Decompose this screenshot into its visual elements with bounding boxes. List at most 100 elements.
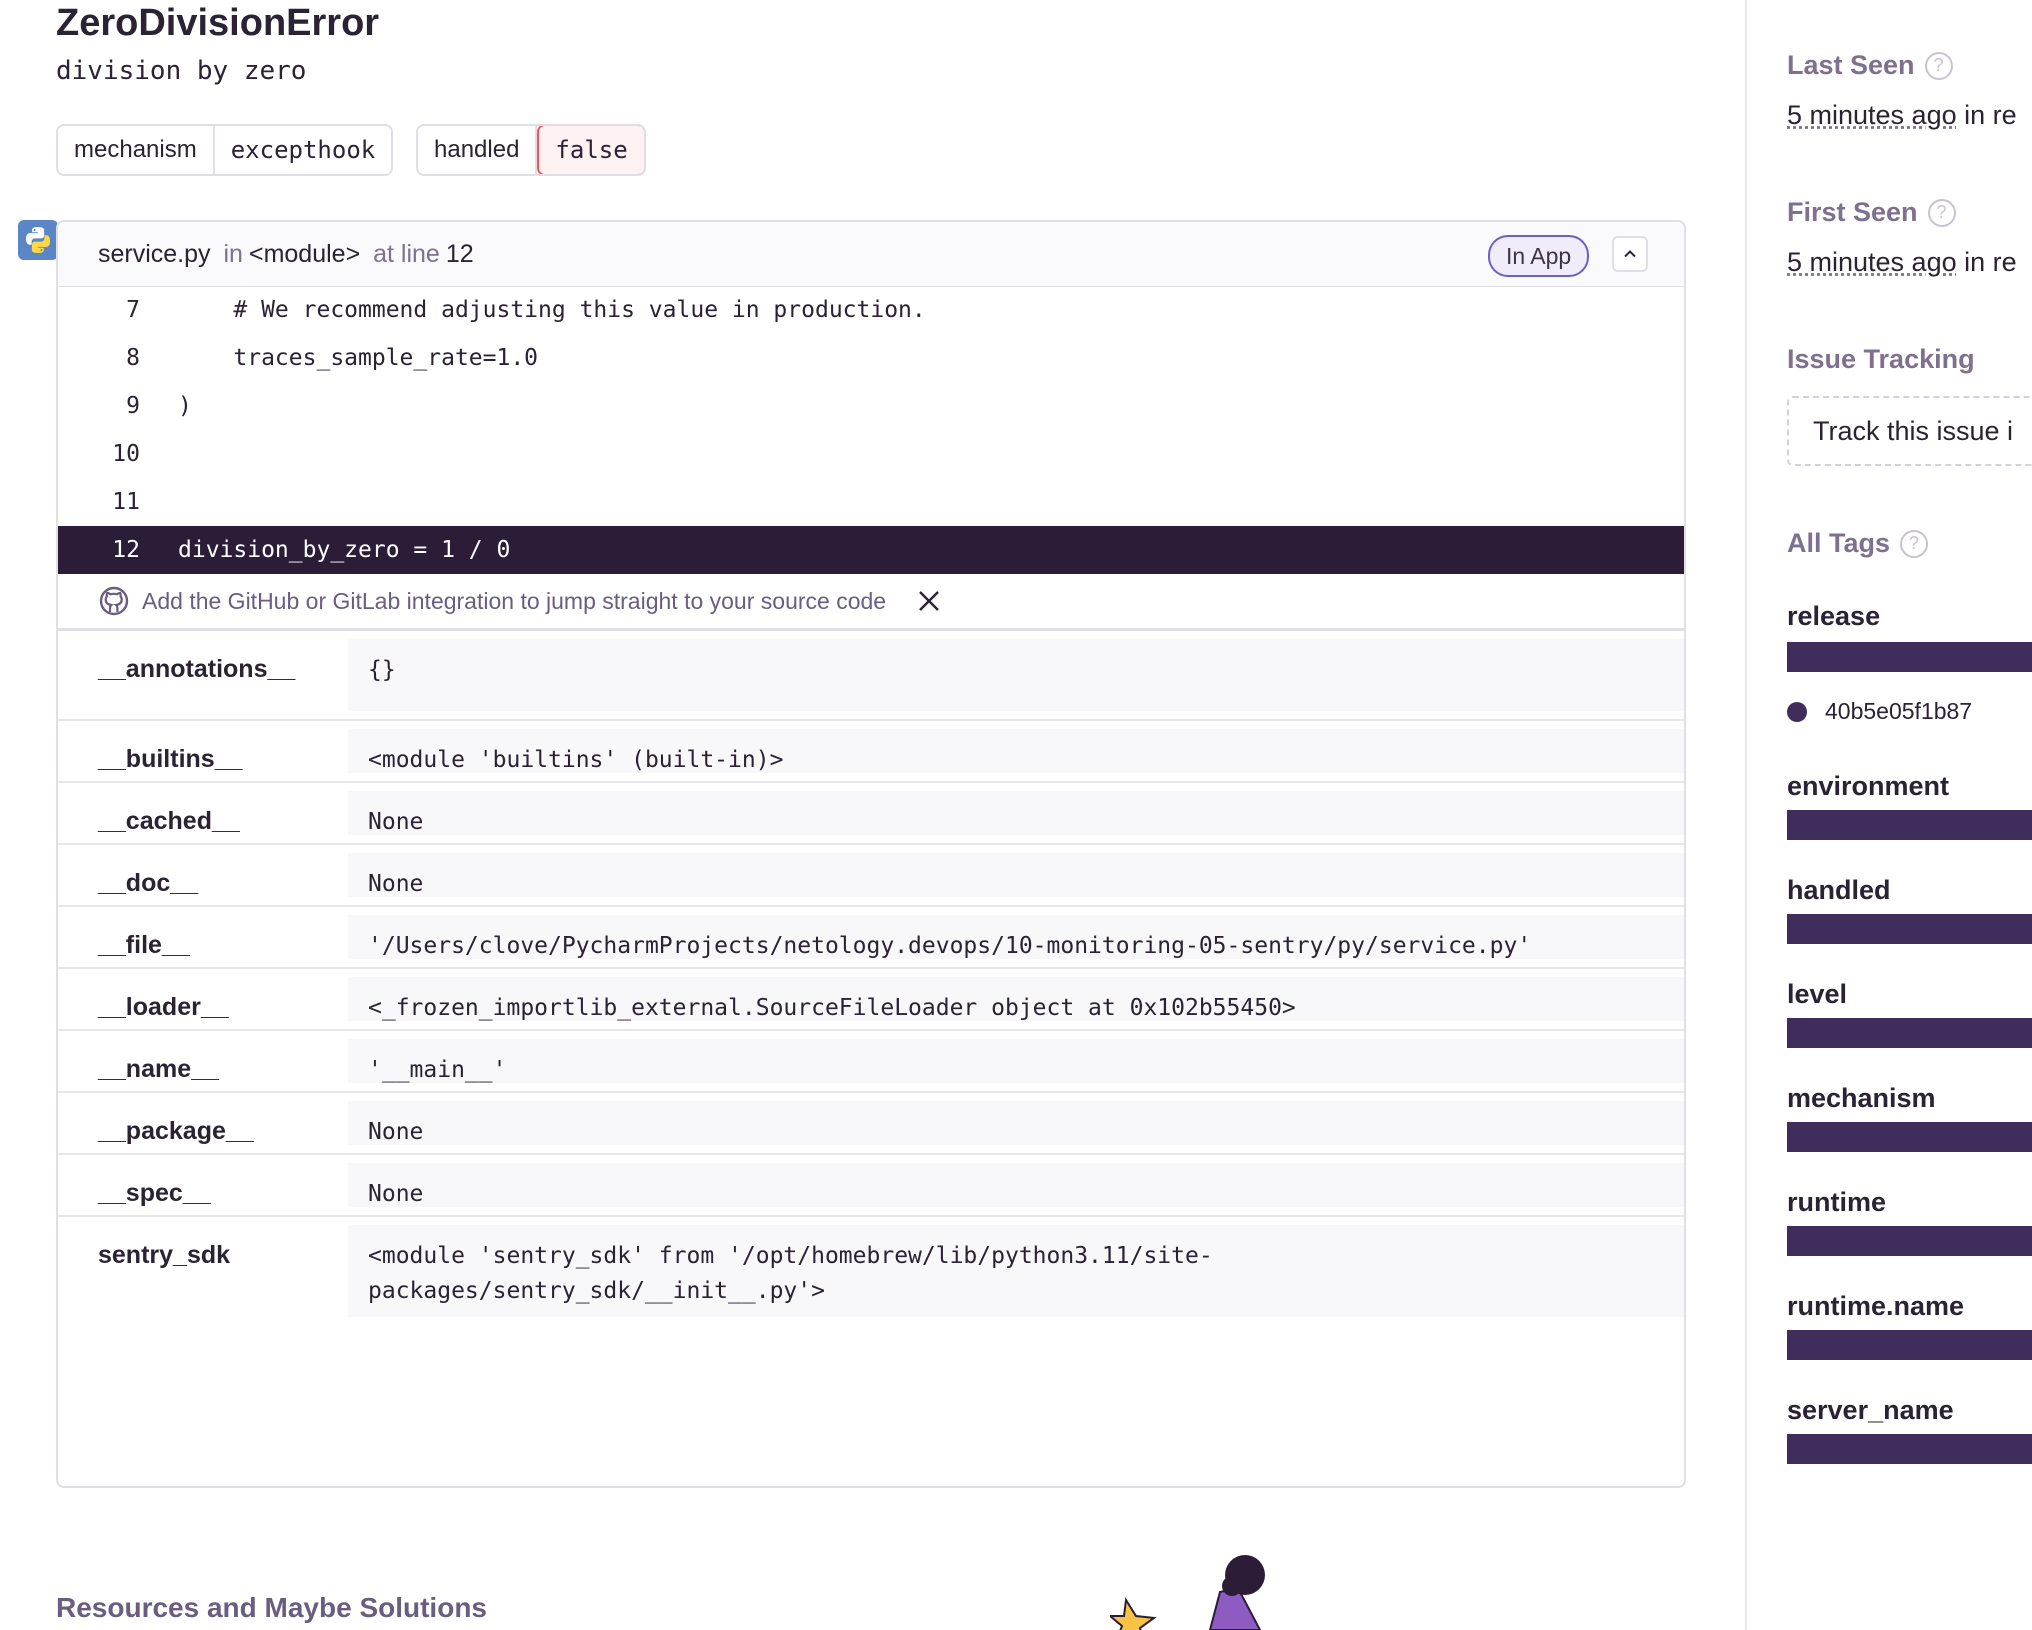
line-number: 11 [112, 489, 140, 515]
line-number: 7 [126, 297, 140, 323]
tag-name-server-name[interactable]: server_name [1787, 1395, 1954, 1426]
variable-key: __cached__ [98, 807, 240, 835]
variable-key: __name__ [98, 1055, 219, 1083]
line-source: ) [178, 393, 192, 419]
last-seen-value[interactable]: 5 minutes ago [1787, 100, 1957, 130]
variable-value: <module 'sentry_sdk' from '/opt/homebrew… [348, 1225, 1684, 1317]
integration-notice-text[interactable]: Add the GitHub or GitLab integration to … [142, 588, 886, 615]
variable-row: __file__ '/Users/clove/PycharmProjects/ne… [58, 907, 1684, 969]
issue-sidebar: Last Seen? 5 minutes ago in re First See… [1745, 0, 2032, 1630]
tag-distribution-bar[interactable] [1787, 642, 2032, 672]
tag-top-value[interactable]: 40b5e05f1b87 [1787, 698, 1972, 725]
stack-frame: service.py in <module> at line 12 In App 7… [56, 220, 1686, 1488]
frame-header[interactable]: service.py in <module> at line 12 In App [58, 222, 1684, 287]
tag-name-mechanism[interactable]: mechanism [1787, 1083, 1936, 1114]
frame-variables: __annotations__ {} __builtins__ <module 'b… [58, 631, 1684, 1325]
tag-value: excepthook [230, 136, 376, 164]
last-seen-time: 5 minutes ago in re [1787, 100, 2017, 131]
active-code-line: 12 division_by_zero = 1 / 0 [58, 526, 1684, 574]
variable-value: {} [348, 639, 1684, 711]
tag-name-handled[interactable]: handled [1787, 875, 1891, 906]
frame-filename: service.py [98, 240, 211, 268]
tag-name-level[interactable]: level [1787, 979, 1847, 1010]
variable-row: sentry_sdk <module 'sentry_sdk' from '/op… [58, 1217, 1684, 1325]
first-seen-value[interactable]: 5 minutes ago [1787, 247, 1957, 277]
tag-name-environment[interactable]: environment [1787, 771, 1949, 802]
tag-name-runtime[interactable]: runtime [1787, 1187, 1886, 1218]
first-seen-label: First Seen? [1787, 197, 1956, 228]
variable-key: __annotations__ [98, 655, 296, 683]
frame-function: <module> [248, 240, 361, 268]
variable-row: __builtins__ <module 'builtins' (built-in… [58, 721, 1684, 783]
mechanism-tag[interactable]: mechanism excepthook [56, 124, 394, 176]
variable-value: '__main__' [348, 1039, 1684, 1083]
variable-row: __spec__ None [58, 1155, 1684, 1217]
line-source: traces_sample_rate=1.0 [178, 345, 539, 371]
collapse-frame-button[interactable] [1612, 236, 1648, 272]
variable-key: __loader__ [98, 993, 229, 1021]
tag-key: handled [418, 126, 538, 174]
last-seen-suffix: in re [1964, 100, 2017, 130]
first-seen-suffix: in re [1964, 247, 2017, 277]
tag-distribution-bar[interactable] [1787, 1018, 2032, 1048]
tag-distribution-bar[interactable] [1787, 810, 2032, 840]
python-icon [18, 220, 58, 260]
frame-title: service.py in <module> at line 12 [98, 240, 474, 269]
tag-distribution-bar[interactable] [1787, 1330, 2032, 1360]
release-value: 40b5e05f1b87 [1825, 698, 1973, 724]
variable-key: __builtins__ [98, 745, 243, 773]
last-seen-label: Last Seen? [1787, 50, 1953, 81]
variable-row: __annotations__ {} [58, 631, 1684, 721]
tag-distribution-bar[interactable] [1787, 1226, 2032, 1256]
variable-value: None [348, 791, 1684, 835]
code-line: 10 [58, 430, 1684, 478]
variable-value: <module 'builtins' (built-in)> [348, 729, 1684, 773]
variable-value: None [348, 1163, 1684, 1207]
code-context: 7 # We recommend adjusting this value in… [58, 286, 1684, 574]
tag-name-runtime-name[interactable]: runtime.name [1787, 1291, 1964, 1322]
variable-key: __package__ [98, 1117, 254, 1145]
frame-at-line-word: at line [373, 240, 440, 268]
track-issue-button[interactable]: Track this issue i [1787, 396, 2032, 466]
variable-key: __spec__ [98, 1179, 211, 1207]
resources-heading: Resources and Maybe Solutions [56, 1592, 487, 1623]
tag-distribution-bar[interactable] [1787, 914, 2032, 944]
line-number: 10 [112, 441, 140, 467]
chevron-up-icon [1624, 250, 1636, 258]
integration-notice: Add the GitHub or GitLab integration to … [58, 574, 1684, 631]
tag-distribution-bar[interactable] [1787, 1122, 2032, 1152]
tag-value: false [537, 126, 644, 174]
variable-value: '/Users/clove/PycharmProjects/netology.d… [348, 915, 1684, 959]
variable-row: __doc__ None [58, 845, 1684, 907]
help-icon[interactable]: ? [1900, 529, 1929, 558]
variable-row: __package__ None [58, 1093, 1684, 1155]
line-number: 12 [112, 537, 140, 563]
code-line: 7 # We recommend adjusting this value in… [58, 286, 1684, 334]
exception-type: ZeroDivisionError [56, 2, 380, 44]
all-tags-label: All Tags? [1787, 528, 1929, 559]
line-source: # We recommend adjusting this value in p… [178, 297, 926, 323]
code-line: 8 traces_sample_rate=1.0 [58, 334, 1684, 382]
issue-tracking-label: Issue Tracking [1787, 344, 1975, 374]
help-icon[interactable]: ? [1924, 51, 1953, 80]
help-icon[interactable]: ? [1927, 198, 1956, 227]
variable-row: __cached__ None [58, 783, 1684, 845]
tag-key: mechanism [58, 126, 215, 174]
illustration [1110, 1555, 1265, 1630]
github-icon [99, 586, 129, 616]
variable-key: __file__ [98, 931, 190, 959]
code-line: 9) [58, 382, 1684, 430]
tag-color-dot [1787, 701, 1807, 722]
frame-in-word: in [223, 240, 243, 268]
variable-value: None [348, 853, 1684, 897]
variable-row: __name__ '__main__' [58, 1031, 1684, 1093]
variable-key: __doc__ [98, 869, 199, 897]
handled-tag[interactable]: handled false [416, 124, 646, 176]
line-number: 9 [126, 393, 140, 419]
line-number: 8 [126, 345, 140, 371]
frame-line-number: 12 [445, 240, 474, 268]
variable-row: __loader__ <_frozen_importlib_external.So… [58, 969, 1684, 1031]
tag-distribution-bar[interactable] [1787, 1434, 2032, 1464]
close-icon[interactable] [916, 588, 942, 614]
tag-name-release[interactable]: release [1787, 601, 1880, 632]
